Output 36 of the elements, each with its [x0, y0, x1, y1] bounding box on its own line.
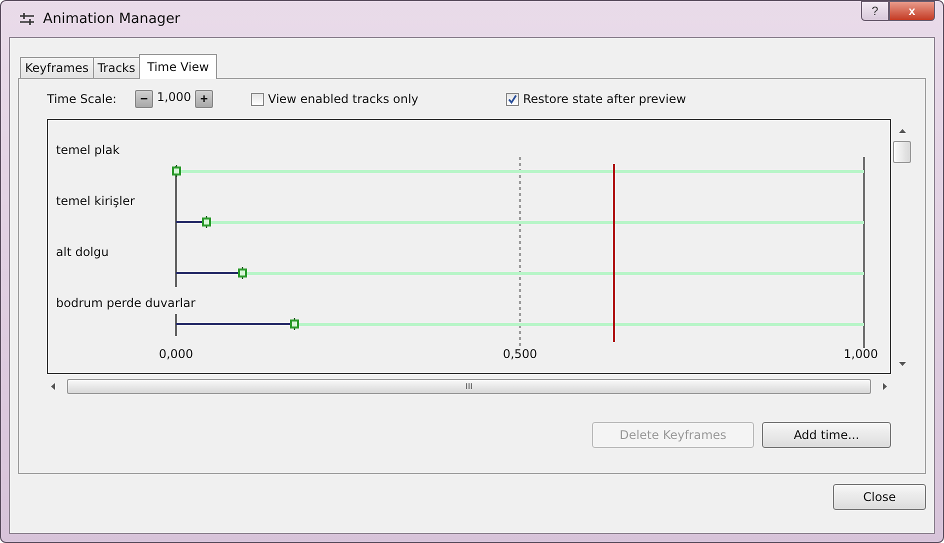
tab[interactable]: Time View	[139, 54, 217, 79]
tab[interactable]: Tracks	[92, 57, 140, 78]
add-time-button[interactable]: Add time...	[762, 422, 891, 448]
track-label: alt dolgu	[56, 245, 109, 259]
time-scale-label: Time Scale:	[47, 92, 118, 106]
keyframe-marker[interactable]	[202, 216, 212, 228]
sliders-icon	[19, 12, 35, 26]
playhead-line[interactable]	[613, 164, 616, 342]
track-label: temel plak	[56, 143, 120, 157]
close-dialog-button[interactable]: Close	[833, 484, 926, 510]
tab[interactable]: Keyframes	[20, 57, 94, 78]
axis-tick-label: 1,000	[844, 347, 878, 361]
time-axis-line	[175, 314, 177, 336]
keyframe-marker[interactable]	[290, 318, 299, 330]
track-label: bodrum perde duvarlar	[56, 296, 196, 310]
keyframe-marker[interactable]	[172, 165, 180, 177]
checkbox[interactable]	[251, 92, 264, 106]
axis-tick-label: 0,000	[158, 347, 194, 361]
scroll-down-icon[interactable]	[898, 362, 906, 366]
time-scale-value: 1,000	[156, 90, 192, 104]
track-label: temel kirişler	[56, 194, 135, 208]
window-title: Animation Manager	[43, 11, 180, 27]
keyframe-marker[interactable]	[238, 267, 247, 279]
checkbox[interactable]	[506, 92, 519, 106]
minus-button[interactable]: −	[135, 90, 153, 108]
scroll-left-icon[interactable]	[51, 382, 55, 390]
scroll-right-icon[interactable]	[883, 382, 887, 390]
scroll-up-icon[interactable]	[898, 129, 906, 133]
plus-button[interactable]: +	[195, 90, 213, 108]
checkbox-label: View enabled tracks only	[268, 92, 418, 106]
scroll-grip[interactable]: III	[465, 382, 473, 390]
window-close-button[interactable]: x	[889, 1, 935, 21]
help-button[interactable]: ?	[861, 1, 889, 21]
axis-tick-label: 0,500	[502, 347, 538, 361]
checkbox-label: Restore state after preview	[523, 92, 686, 106]
scroll-thumb[interactable]	[893, 141, 911, 163]
